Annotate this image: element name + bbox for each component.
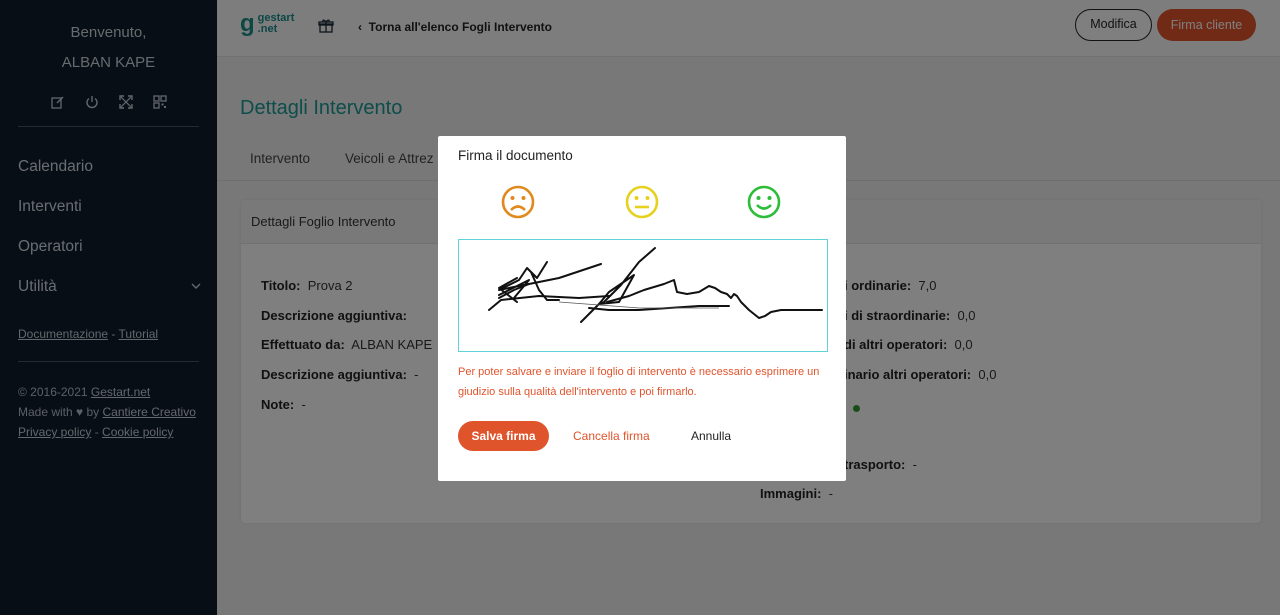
save-signature-button[interactable]: Salva firma [458, 421, 549, 451]
sad-face-icon[interactable] [500, 184, 536, 220]
clear-signature-button[interactable]: Cancella firma [573, 429, 650, 443]
neutral-face-icon[interactable] [624, 184, 660, 220]
cancel-button[interactable]: Annulla [691, 429, 731, 443]
signature-modal: Firma il documento Per poter salvare e i… [438, 136, 846, 481]
signature-drawing [488, 247, 823, 323]
modal-title: Firma il documento [458, 148, 573, 163]
happy-face-icon[interactable] [746, 184, 782, 220]
validation-message: Per poter salvare e inviare il foglio di… [458, 366, 820, 398]
signature-pad[interactable] [458, 239, 828, 352]
